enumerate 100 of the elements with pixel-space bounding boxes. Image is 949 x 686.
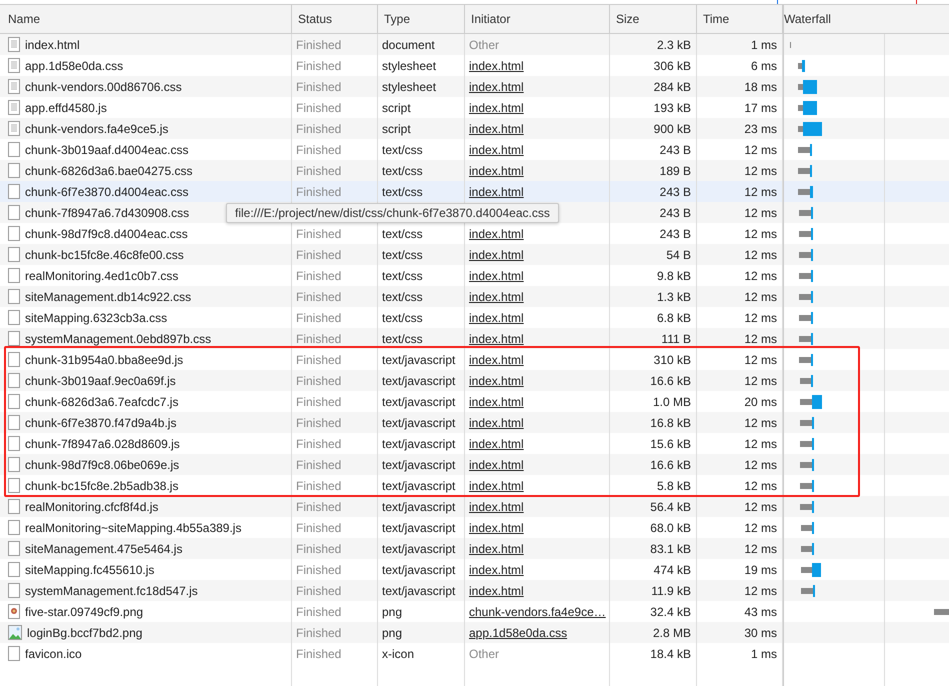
initiator-link[interactable]: index.html — [469, 100, 524, 114]
document-icon — [8, 100, 20, 115]
initiator-link[interactable]: app.1d58e0da.css — [469, 626, 568, 640]
initiator-link[interactable]: index.html — [469, 520, 524, 534]
waterfall-bar — [799, 248, 813, 262]
initiator-link[interactable]: index.html — [469, 226, 524, 240]
initiator-link[interactable]: index.html — [469, 478, 524, 492]
waterfall-bar — [801, 562, 821, 576]
waterfall-bar — [798, 164, 812, 178]
file-icon — [8, 289, 20, 304]
document-icon — [8, 79, 20, 94]
initiator-link[interactable]: index.html — [469, 58, 524, 72]
waterfall-bar — [798, 122, 822, 136]
waterfall-bar — [800, 394, 822, 408]
waterfall-bar — [801, 542, 814, 556]
column-header[interactable]: Waterfall — [783, 5, 949, 33]
document-icon — [8, 37, 20, 52]
document-icon — [8, 58, 20, 73]
file-path-tooltip: file:///E:/project/new/dist/css/chunk-6f7e3870.d4004eac.css — [226, 203, 559, 223]
type-cell: text/javascript — [378, 475, 465, 496]
file-icon — [8, 562, 20, 577]
file-icon — [8, 646, 20, 661]
initiator-link[interactable]: index.html — [469, 500, 524, 514]
file-icon — [8, 268, 20, 283]
size-cell: 5.8 kB — [610, 475, 697, 496]
file-icon — [8, 352, 20, 367]
waterfall-bar — [798, 58, 805, 72]
file-icon — [8, 457, 20, 472]
initiator-link[interactable]: index.html — [469, 374, 524, 388]
type-cell: x-icon — [378, 643, 465, 664]
initiator-link[interactable]: index.html — [469, 542, 524, 556]
waterfall-bar — [800, 458, 814, 472]
file-icon — [8, 394, 20, 409]
file-icon — [8, 142, 20, 157]
file-icon — [8, 436, 20, 451]
waterfall-bar — [800, 478, 814, 492]
waterfall-bar — [799, 332, 813, 346]
waterfall-bar — [800, 416, 814, 430]
initiator-link[interactable]: index.html — [469, 436, 524, 450]
file-icon — [8, 478, 20, 493]
time-cell: 12 ms — [697, 475, 783, 496]
file-icon — [8, 373, 20, 388]
initiator-link[interactable]: index.html — [469, 416, 524, 430]
waterfall-bar — [798, 184, 813, 198]
file-name-cell[interactable]: chunk-bc15fc8e.2b5adb38.js — [0, 475, 292, 496]
status-cell: Finished — [292, 643, 378, 664]
file-name-cell[interactable]: favicon.ico — [0, 643, 292, 664]
column-header[interactable]: Time — [697, 5, 783, 33]
initiator-link[interactable]: index.html — [469, 290, 524, 304]
initiator-link[interactable]: index.html — [469, 80, 524, 94]
initiator-link[interactable]: index.html — [469, 394, 524, 408]
waterfall-bar — [799, 206, 813, 220]
waterfall-bar — [801, 520, 814, 534]
file-icon — [8, 541, 20, 556]
initiator-link[interactable]: index.html — [469, 122, 524, 136]
waterfall-bar — [800, 374, 813, 388]
initiator-link[interactable]: index.html — [469, 164, 524, 178]
file-icon — [8, 499, 20, 514]
waterfall-bar — [799, 226, 813, 240]
waterfall-bar — [798, 100, 817, 114]
waterfall-bar — [799, 290, 813, 304]
file-icon — [8, 163, 20, 178]
image-icon — [8, 604, 20, 619]
initiator-link[interactable]: index.html — [469, 142, 524, 156]
file-icon — [8, 226, 20, 241]
waterfall-bar — [800, 500, 814, 514]
initiator-link[interactable]: index.html — [469, 310, 524, 324]
column-header[interactable]: Name — [0, 5, 292, 33]
file-icon — [8, 583, 20, 598]
file-icon — [8, 415, 20, 430]
initiator-link[interactable]: index.html — [469, 458, 524, 472]
waterfall-bar — [799, 268, 813, 282]
size-cell: 18.4 kB — [610, 643, 697, 664]
file-icon — [8, 205, 20, 220]
waterfall-bar — [799, 352, 813, 366]
column-header[interactable]: Type — [378, 5, 465, 33]
file-icon — [8, 310, 20, 325]
document-icon — [8, 121, 20, 136]
initiator-link[interactable]: index.html — [469, 352, 524, 366]
file-icon — [8, 247, 20, 262]
file-icon — [8, 184, 20, 199]
initiator-link[interactable]: chunk-vendors.fa4e9ce… — [469, 604, 606, 618]
column-header[interactable]: Status — [292, 5, 378, 33]
column-header[interactable]: Size — [610, 5, 697, 33]
initiator-link[interactable]: index.html — [469, 584, 524, 598]
initiator-link[interactable]: index.html — [469, 248, 524, 262]
initiator-link[interactable]: index.html — [469, 562, 524, 576]
waterfall-bar — [799, 310, 813, 324]
image-icon — [8, 625, 22, 640]
file-icon — [8, 331, 20, 346]
initiator-cell: Other — [465, 643, 610, 664]
initiator-link[interactable]: index.html — [469, 268, 524, 282]
waterfall-bar — [800, 436, 814, 450]
time-cell: 1 ms — [697, 643, 783, 664]
column-header[interactable]: Initiator — [465, 5, 610, 33]
file-icon — [8, 520, 20, 535]
waterfall-bar — [798, 142, 812, 156]
status-cell: Finished — [292, 475, 378, 496]
initiator-link[interactable]: index.html — [469, 332, 524, 346]
initiator-link[interactable]: index.html — [469, 184, 524, 198]
